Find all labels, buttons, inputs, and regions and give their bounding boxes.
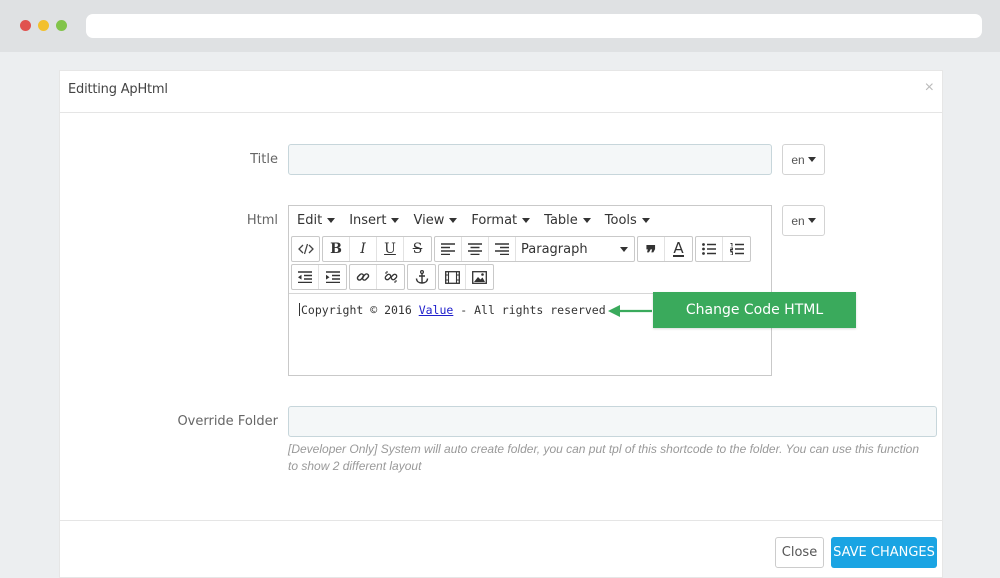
chevron-down-icon [641, 218, 650, 223]
override-folder-help: [Developer Only] System will auto create… [288, 442, 920, 473]
anchor-icon[interactable] [408, 265, 435, 289]
menu-edit-label: Edit [297, 213, 323, 228]
toolbar-group-code [291, 236, 320, 262]
numbered-list-icon[interactable] [723, 237, 750, 261]
window-minimize-dot[interactable] [38, 20, 49, 31]
title-lang-label: en [791, 152, 805, 167]
window-maximize-dot[interactable] [56, 20, 67, 31]
close-icon[interactable]: × [925, 79, 934, 97]
html-editor: Edit Insert View Format Table Tools B I … [288, 205, 772, 376]
menu-view-label: View [413, 213, 445, 228]
footer-divider [60, 520, 942, 521]
blockquote-icon[interactable]: ❞ [638, 237, 665, 265]
editor-toolbar-row-2 [291, 264, 496, 291]
text-cursor [299, 303, 300, 316]
menu-insert-label: Insert [349, 213, 387, 228]
toolbar-group-lists [695, 236, 751, 262]
content-link[interactable]: Value [419, 303, 454, 317]
toolbar-group-quote: ❞ A [637, 236, 693, 265]
image-icon[interactable] [466, 265, 493, 289]
menu-tools-label: Tools [604, 213, 637, 228]
underline-icon[interactable]: U [377, 237, 404, 261]
block-format-label: Paragraph [521, 241, 588, 257]
address-bar[interactable] [86, 14, 982, 38]
strikethrough-icon[interactable]: S [404, 237, 431, 261]
bullet-list-icon[interactable] [696, 237, 723, 261]
toolbar-group-media [438, 264, 494, 290]
align-right-icon[interactable] [489, 237, 516, 261]
menu-edit[interactable]: Edit [297, 213, 336, 228]
toolbar-group-anchor [407, 264, 436, 290]
menu-format[interactable]: Format [471, 213, 531, 228]
bold-icon[interactable]: B [323, 237, 350, 261]
arrow-left-icon [608, 305, 652, 317]
block-format-select[interactable]: Paragraph [516, 237, 634, 261]
window-close-dot[interactable] [20, 20, 31, 31]
code-icon[interactable] [292, 237, 319, 261]
chevron-down-icon [807, 218, 816, 223]
editor-menubar: Edit Insert View Format Table Tools [289, 206, 771, 235]
modal-header: Editting ApHtml × [60, 71, 942, 113]
content-text-after: - All rights reserved [453, 303, 606, 317]
menu-table-label: Table [544, 213, 578, 228]
close-button[interactable]: Close [775, 537, 824, 568]
title-label: Title [250, 152, 278, 167]
chevron-down-icon [807, 157, 816, 162]
menu-table[interactable]: Table [544, 213, 591, 228]
html-label: Html [246, 213, 278, 228]
align-center-icon[interactable] [462, 237, 489, 261]
title-lang-dropdown[interactable]: en [782, 144, 825, 175]
toolbar-group-links [349, 264, 405, 290]
save-changes-button[interactable]: SAVE CHANGES [831, 537, 937, 568]
chevron-down-icon [522, 218, 531, 223]
menu-format-label: Format [471, 213, 518, 228]
browser-chrome [0, 0, 1000, 52]
toolbar-group-align: Paragraph [434, 236, 635, 262]
modal-title: Editting ApHtml [68, 82, 168, 97]
menu-insert[interactable]: Insert [349, 213, 400, 228]
chevron-down-icon [582, 218, 591, 223]
menu-tools[interactable]: Tools [605, 213, 650, 228]
html-lang-dropdown[interactable]: en [782, 205, 825, 236]
editor-toolbar-row-1: B I U S Paragraph ❞ A [291, 236, 753, 265]
edit-modal: Editting ApHtml × Title en Html en Edit … [59, 70, 943, 578]
toolbar-group-indent [291, 264, 347, 290]
toolbar-group-text-style: B I U S [322, 236, 432, 262]
callout-label: Change Code HTML [653, 292, 856, 328]
unlink-icon[interactable] [377, 265, 404, 289]
align-left-icon[interactable] [435, 237, 462, 261]
override-folder-input[interactable] [288, 406, 937, 437]
indent-icon[interactable] [319, 265, 346, 289]
media-icon[interactable] [439, 265, 466, 289]
text-color-icon[interactable]: A [665, 237, 692, 261]
italic-icon[interactable]: I [350, 237, 377, 261]
chevron-down-icon [327, 218, 336, 223]
chevron-down-icon [449, 218, 458, 223]
chevron-down-icon [620, 246, 628, 252]
outdent-icon[interactable] [292, 265, 319, 289]
html-lang-label: en [791, 213, 805, 228]
content-text-before: Copyright © 2016 [301, 303, 419, 317]
title-input[interactable] [288, 144, 772, 175]
link-icon[interactable] [350, 265, 377, 289]
chevron-down-icon [391, 218, 400, 223]
override-folder-label: Override Folder [177, 414, 278, 429]
menu-view[interactable]: View [413, 213, 458, 228]
